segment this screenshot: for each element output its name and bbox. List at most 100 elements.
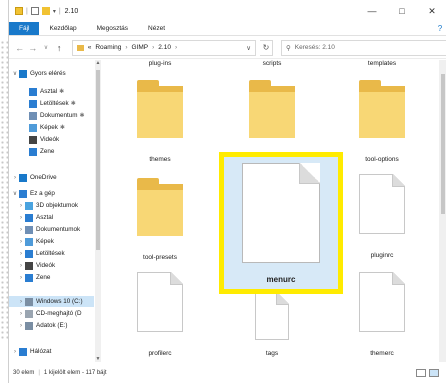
- sidebar-item[interactable]: › OneDrive: [9, 172, 94, 183]
- tab-share[interactable]: Megosztás: [87, 22, 138, 35]
- content-scroll-thumb[interactable]: [441, 74, 445, 214]
- status-bar: 30 elem | 1 kijelölt elem - 117 bájt: [9, 362, 446, 383]
- item-label-scripts[interactable]: scripts: [222, 60, 322, 67]
- sidebar-item[interactable]: › Asztal: [9, 212, 94, 223]
- search-input[interactable]: ⚲ Keresés: 2.10: [280, 39, 446, 56]
- details-view-icon[interactable]: [416, 368, 426, 377]
- sidebar-item[interactable]: ∨ Ez a gép: [9, 188, 94, 199]
- refresh-icon[interactable]: ↻: [260, 39, 273, 56]
- sidebar-item[interactable]: › Letöltések: [9, 248, 94, 259]
- expand-chevron-icon[interactable]: ›: [17, 323, 25, 329]
- expand-chevron-icon[interactable]: ›: [17, 275, 25, 281]
- tab-home[interactable]: Kezdőlap: [39, 22, 86, 35]
- expand-chevron-icon[interactable]: ›: [17, 263, 25, 269]
- folder-icon: [15, 7, 23, 15]
- scroll-up-icon[interactable]: ▲: [95, 60, 101, 66]
- folder-item[interactable]: themes: [110, 80, 210, 170]
- sidebar-item[interactable]: Dokumentum ✱: [9, 110, 94, 121]
- window-controls: — □ ✕: [357, 0, 446, 22]
- back-arrow-icon[interactable]: ←: [15, 43, 24, 53]
- help-icon[interactable]: ?: [433, 22, 446, 35]
- folder-label: tool-presets: [143, 254, 177, 261]
- tab-file[interactable]: Fájl: [9, 22, 40, 35]
- sidebar-item[interactable]: Asztal ✱: [9, 86, 94, 97]
- selection-info: 1 kijelölt elem - 117 bájt: [43, 369, 107, 376]
- maximize-button[interactable]: □: [387, 0, 417, 22]
- properties-icon[interactable]: [30, 7, 39, 15]
- sidebar-item[interactable]: › CD-meghajtó (D: [9, 308, 94, 319]
- expand-chevron-icon[interactable]: ›: [17, 227, 25, 233]
- file-item[interactable]: profilerc: [110, 272, 210, 362]
- sidebar-item-label: Képek: [36, 238, 54, 245]
- address-dropdown-icon[interactable]: ∨: [246, 44, 251, 52]
- nav-scrollbar[interactable]: ▲ ▼: [95, 60, 101, 362]
- sidebar-item-label: Letöltések: [40, 100, 69, 107]
- sidebar-item[interactable]: › 3D objektumok: [9, 200, 94, 211]
- expand-chevron-icon[interactable]: ›: [17, 299, 25, 305]
- minimize-button[interactable]: —: [357, 0, 387, 22]
- expand-chevron-icon[interactable]: ›: [17, 215, 25, 221]
- expand-chevron-icon[interactable]: ›: [17, 203, 25, 209]
- video-icon: [29, 135, 37, 144]
- content-scrollbar[interactable]: [439, 60, 446, 362]
- sidebar-item[interactable]: › Képek: [9, 236, 94, 247]
- pin-icon: ✱: [79, 113, 85, 119]
- up-arrow-icon[interactable]: ↑: [55, 43, 64, 53]
- large-icons-view-icon[interactable]: [429, 368, 439, 377]
- file-item[interactable]: themerc: [332, 272, 432, 362]
- sidebar-item[interactable]: ∨ Gyors elérés: [9, 68, 94, 79]
- expand-chevron-icon[interactable]: ›: [17, 251, 25, 257]
- new-folder-icon[interactable]: [41, 7, 50, 15]
- ribbon-tabs: Fájl Kezdőlap Megosztás Nézet ?: [9, 22, 446, 36]
- item-label-plug-ins[interactable]: plug-ins: [110, 60, 210, 67]
- file-item[interactable]: tags: [222, 292, 322, 362]
- item-label-templates[interactable]: templates: [332, 60, 432, 67]
- tab-view[interactable]: Nézet: [138, 22, 175, 35]
- close-button[interactable]: ✕: [417, 0, 446, 22]
- forward-arrow-icon[interactable]: →: [28, 43, 37, 53]
- search-icon: ⚲: [285, 44, 291, 52]
- sidebar-item[interactable]: Letöltések ✱: [9, 98, 94, 109]
- chevron-down-icon[interactable]: ▾: [53, 8, 56, 15]
- expand-chevron-icon[interactable]: ∨: [11, 70, 19, 77]
- recent-locations-icon[interactable]: ∨: [41, 44, 50, 51]
- xml-file-icon: [255, 292, 289, 340]
- folder-item[interactable]: tool-presets: [110, 178, 210, 268]
- address-bar[interactable]: « Roaming › GIMP › 2.10 › ∨: [71, 39, 257, 56]
- download-icon: [29, 99, 37, 108]
- address-row: ← → ∨ ↑ « Roaming › GIMP › 2.10 › ∨ ↻ ⚲ …: [9, 37, 446, 59]
- breadcrumb-gimp[interactable]: GIMP: [132, 44, 149, 51]
- sidebar-item[interactable]: › Videók: [9, 260, 94, 271]
- sidebar-item-label: Ez a gép: [30, 190, 55, 197]
- cd-icon: [25, 309, 33, 318]
- breadcrumb-roaming[interactable]: Roaming: [95, 44, 121, 51]
- sidebar-item[interactable]: › Dokumentumok: [9, 224, 94, 235]
- sidebar-item-label: Hálózat: [30, 348, 52, 355]
- sidebar-item[interactable]: › Adatok (E:): [9, 320, 94, 331]
- sidebar-item[interactable]: Képek ✱: [9, 122, 94, 133]
- file-explorer-window: | ▾ | 2.10 — □ ✕ Fájl Kezdőlap Megosztás…: [8, 0, 446, 383]
- selected-file-menurc[interactable]: menurc: [219, 152, 343, 294]
- sidebar-item[interactable]: › Hálózat: [9, 346, 94, 357]
- file-item[interactable]: pluginrc: [332, 174, 432, 264]
- sidebar-item[interactable]: › Windows 10 (C:): [9, 296, 94, 307]
- folder-item[interactable]: tool-options: [332, 80, 432, 170]
- sidebar-item-label: Asztal: [40, 88, 58, 95]
- expand-chevron-icon[interactable]: ∨: [11, 190, 19, 197]
- nav-scroll-thumb[interactable]: [96, 70, 100, 250]
- expand-chevron-icon[interactable]: ›: [17, 239, 25, 245]
- sidebar-item[interactable]: › Zene: [9, 272, 94, 283]
- breadcrumb-2-10[interactable]: 2.10: [158, 44, 171, 51]
- sidebar-item[interactable]: Videók: [9, 134, 94, 145]
- title-bar: | ▾ | 2.10 — □ ✕: [9, 0, 446, 22]
- sidebar-item-label: Videók: [40, 136, 60, 143]
- video-icon: [25, 261, 33, 270]
- navigation-pane: ∨ Gyors elérés Asztal ✱ Letöltések ✱ Dokumentu…: [9, 60, 94, 362]
- file-label: themerc: [370, 350, 394, 357]
- sidebar-item[interactable]: Zene: [9, 146, 94, 157]
- expand-chevron-icon[interactable]: ›: [11, 175, 19, 181]
- pictures-icon: [29, 123, 37, 132]
- expand-chevron-icon[interactable]: ›: [11, 349, 19, 355]
- sidebar-item-label: OneDrive: [30, 174, 57, 181]
- expand-chevron-icon[interactable]: ›: [17, 311, 25, 317]
